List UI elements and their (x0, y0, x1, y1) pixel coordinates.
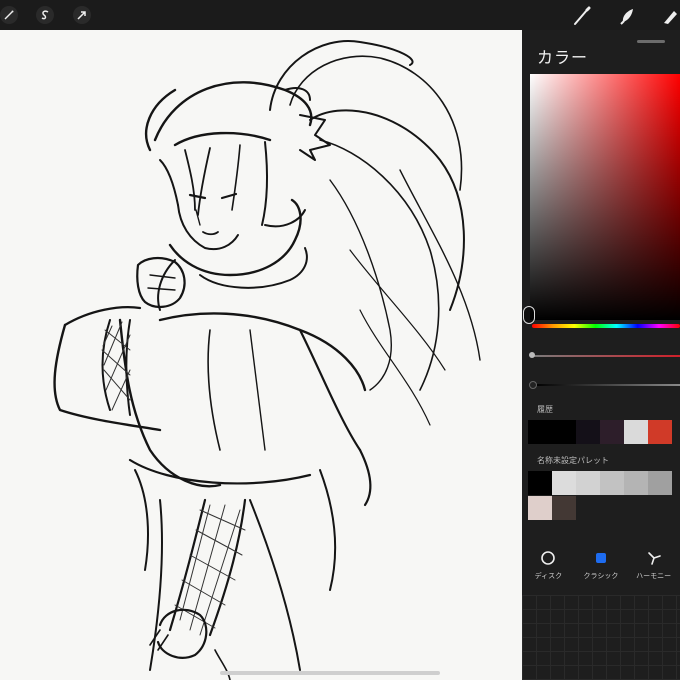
palette-swatch[interactable] (624, 471, 648, 495)
brightness-slider[interactable] (534, 384, 680, 386)
character-sketch (53, 40, 481, 680)
panel-grid-background (522, 595, 680, 680)
saturation-value-picker[interactable] (530, 74, 680, 320)
adjustments-wand-icon[interactable] (0, 6, 18, 24)
brightness-knob[interactable] (529, 381, 537, 389)
palette-swatch[interactable] (600, 496, 624, 520)
palette-label: 名称未設定パレット (537, 456, 609, 465)
square-icon (593, 548, 609, 568)
tab-disc[interactable]: ディスク (523, 548, 573, 592)
history-swatch[interactable] (552, 420, 576, 444)
palette-swatch[interactable] (648, 496, 672, 520)
history-swatch[interactable] (600, 420, 624, 444)
circle-icon (540, 548, 556, 568)
home-indicator[interactable] (220, 671, 440, 675)
palette-row (528, 471, 672, 495)
palette-swatch[interactable] (624, 496, 648, 520)
smudge-icon[interactable] (616, 4, 640, 28)
saturation-knob[interactable] (529, 352, 535, 358)
tab-disc-label: ディスク (534, 572, 563, 580)
selection-s-icon[interactable] (36, 6, 54, 24)
history-swatch[interactable] (576, 420, 600, 444)
hue-slider[interactable] (532, 324, 680, 328)
tab-classic-label: クラシック (583, 572, 619, 580)
palette-swatch[interactable] (600, 471, 624, 495)
transform-arrow-icon[interactable] (73, 6, 91, 24)
color-panel: カラー 履歴 名称未設定パレット ディスク クラシック ハーモニー (522, 30, 680, 680)
panel-grabber[interactable] (637, 40, 665, 43)
palette-swatch[interactable] (576, 496, 600, 520)
top-toolbar (0, 0, 680, 30)
saturation-slider[interactable] (534, 355, 680, 357)
brush-icon[interactable] (570, 4, 594, 28)
palette-swatch[interactable] (552, 471, 576, 495)
history-swatch[interactable] (624, 420, 648, 444)
history-label: 履歴 (537, 405, 553, 414)
color-mode-tabs: ディスク クラシック ハーモニー (522, 548, 680, 592)
panel-title: カラー (537, 48, 589, 67)
tab-harmony-label: ハーモニー (636, 572, 672, 580)
color-picker-handle[interactable] (523, 306, 535, 324)
history-swatches (528, 420, 672, 444)
drawing-canvas[interactable] (0, 30, 522, 680)
history-swatch[interactable] (648, 420, 672, 444)
history-swatch[interactable] (528, 420, 552, 444)
palette-row (528, 496, 672, 520)
tab-harmony[interactable]: ハーモニー (629, 548, 679, 592)
palette-swatch[interactable] (648, 471, 672, 495)
palette-swatch[interactable] (552, 496, 576, 520)
eraser-icon[interactable] (656, 4, 680, 28)
palette-swatch[interactable] (528, 496, 552, 520)
tab-classic[interactable]: クラシック (576, 548, 626, 592)
palette-swatch[interactable] (528, 471, 552, 495)
palette-swatch[interactable] (576, 471, 600, 495)
harmony-icon (646, 548, 662, 568)
